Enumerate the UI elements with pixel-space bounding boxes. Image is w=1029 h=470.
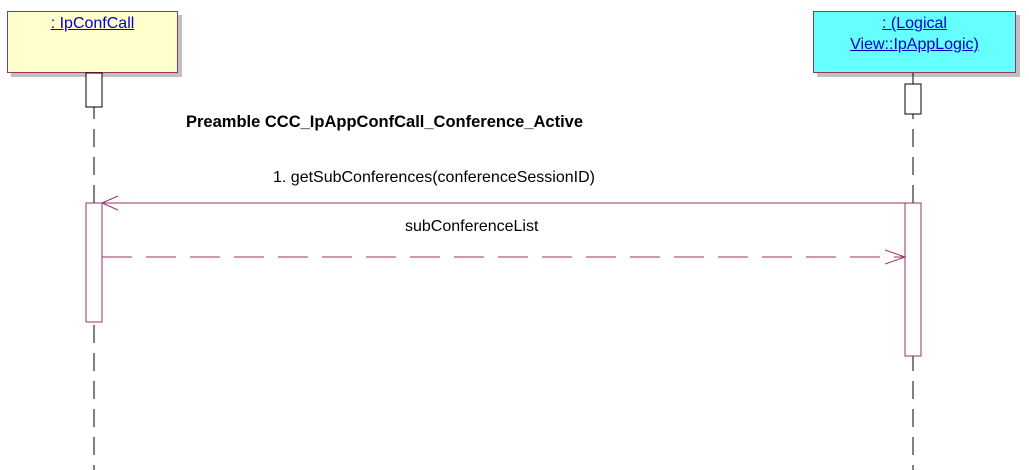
activation-ipapplogic (904, 202, 922, 357)
activation-ipconfcall-top (85, 72, 103, 108)
activation-ipapplogic-top (904, 83, 922, 115)
preamble-title: Preamble CCC_IpAppConfCall_Conference_Ac… (186, 113, 584, 131)
message-1-label: 1. getSubConferences(conferenceSessionID… (273, 169, 595, 186)
activation-ipconfcall (85, 202, 103, 323)
message-2-label: subConferenceList (405, 218, 539, 235)
